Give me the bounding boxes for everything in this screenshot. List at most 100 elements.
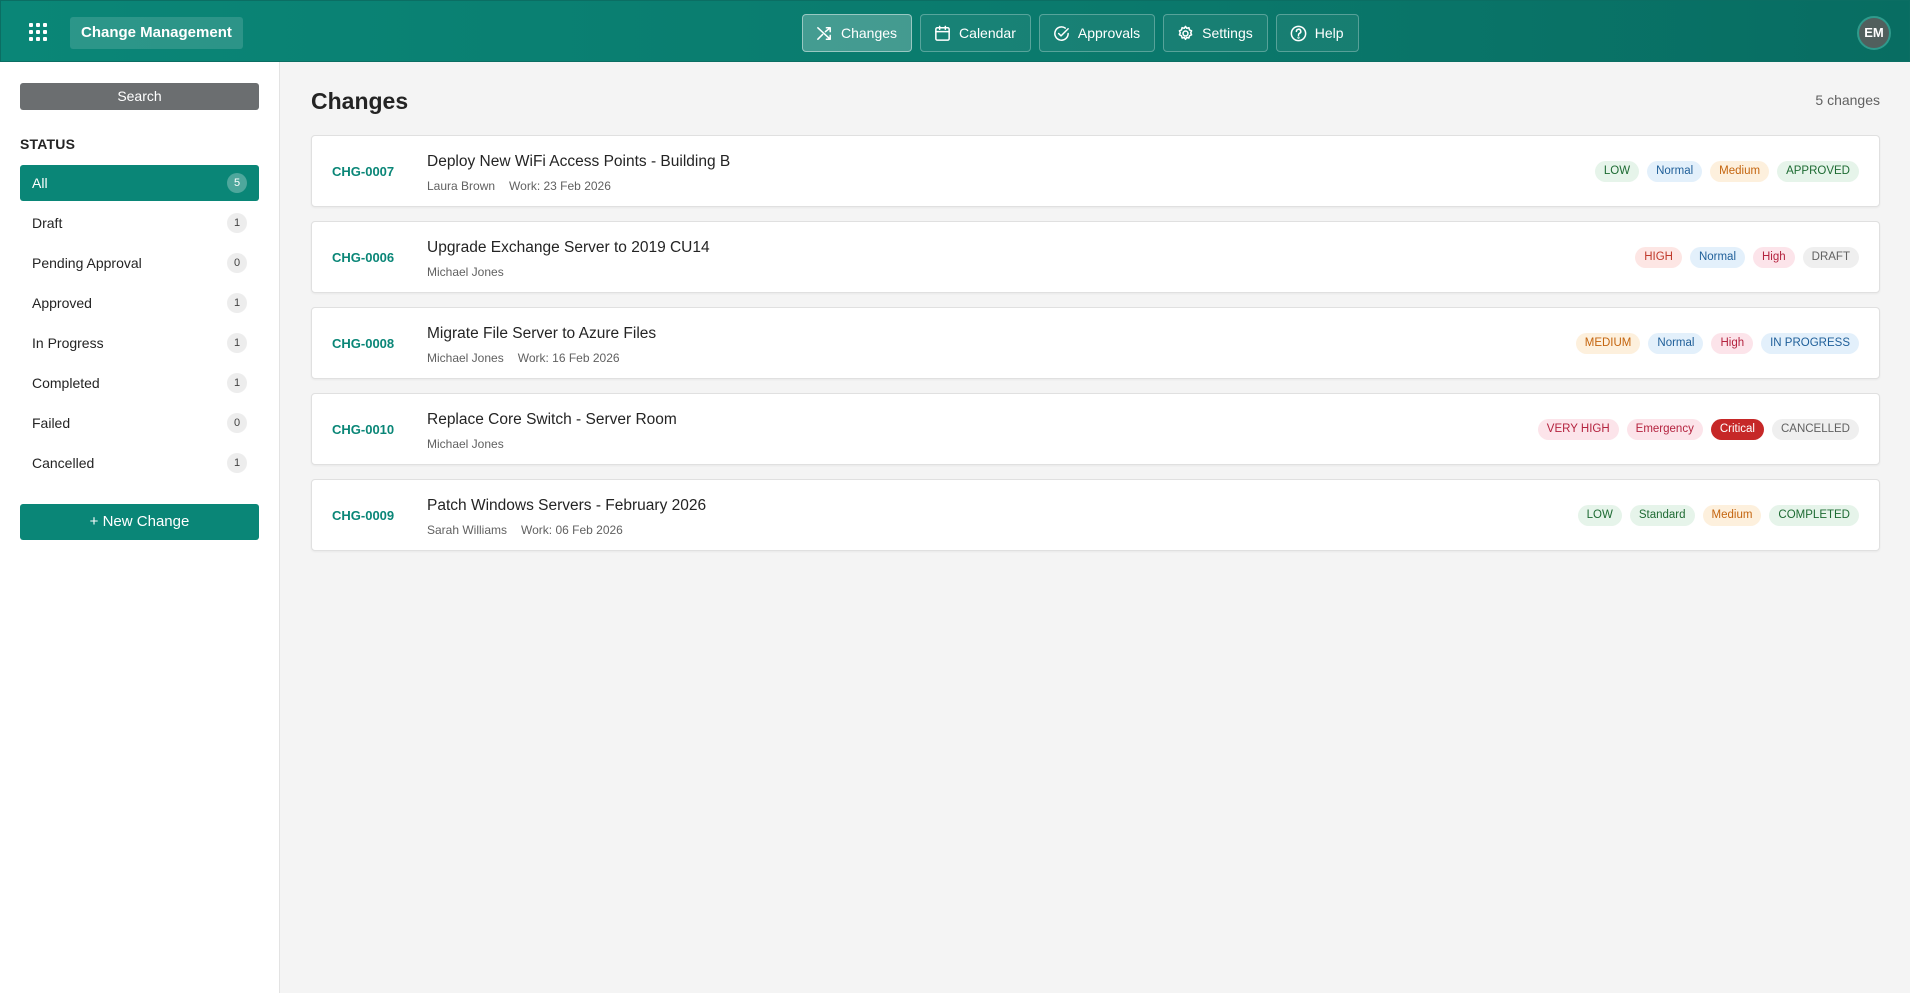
risk-badge: VERY HIGH <box>1537 419 1619 440</box>
new-change-button[interactable]: + New Change <box>20 504 259 540</box>
status-count: 1 <box>227 293 247 313</box>
nav-approvals-label: Approvals <box>1077 25 1141 41</box>
shuffle-icon <box>817 26 831 40</box>
status-count: 0 <box>227 253 247 273</box>
change-meta: Sarah Williams Work: 06 Feb 2026 <box>427 523 623 537</box>
check-circle-icon <box>1053 25 1069 41</box>
change-id[interactable]: CHG-0008 <box>332 336 394 351</box>
status-count: 1 <box>227 213 247 233</box>
nav-calendar[interactable]: Calendar <box>920 14 1031 52</box>
change-id[interactable]: CHG-0006 <box>332 250 394 265</box>
app-title[interactable]: Change Management <box>70 17 243 49</box>
change-card[interactable]: CHG-0008 Migrate File Server to Azure Fi… <box>311 307 1880 379</box>
status-label: Draft <box>32 215 63 231</box>
status-count: 0 <box>227 413 247 433</box>
change-title: Replace Core Switch - Server Room <box>427 411 677 428</box>
change-card[interactable]: CHG-0007 Deploy New WiFi Access Points -… <box>311 135 1880 207</box>
app-launcher-icon[interactable] <box>27 21 49 43</box>
nav-changes[interactable]: Changes <box>802 14 913 52</box>
change-owner: Laura Brown <box>427 179 496 193</box>
status-filter-approved[interactable]: Approved 1 <box>20 285 259 321</box>
type-badge: Normal <box>1689 247 1745 268</box>
status-badge: APPROVED <box>1777 161 1859 182</box>
status-filter-draft[interactable]: Draft 1 <box>20 205 259 241</box>
nav-calendar-label: Calendar <box>959 25 1016 41</box>
risk-badge: HIGH <box>1635 247 1682 268</box>
change-id[interactable]: CHG-0007 <box>332 164 394 179</box>
type-badge: Emergency <box>1626 419 1703 440</box>
change-meta: Michael Jones <box>427 437 504 451</box>
nav-approvals[interactable]: Approvals <box>1038 14 1156 52</box>
nav-settings[interactable]: Settings <box>1163 14 1268 52</box>
badge-group: HIGH Normal High DRAFT <box>1635 247 1859 268</box>
question-circle-icon <box>1290 25 1307 41</box>
priority-badge: High <box>1711 333 1754 354</box>
change-id[interactable]: CHG-0009 <box>332 508 394 523</box>
badge-group: LOW Standard Medium COMPLETED <box>1577 505 1859 526</box>
status-heading: STATUS <box>20 136 76 152</box>
status-label: Failed <box>32 415 71 431</box>
change-list: CHG-0007 Deploy New WiFi Access Points -… <box>311 135 1880 565</box>
status-label: Pending Approval <box>32 255 142 271</box>
change-work-date: Work: 23 Feb 2026 <box>509 179 611 193</box>
status-badge: CANCELLED <box>1771 419 1859 440</box>
risk-badge: LOW <box>1577 505 1622 526</box>
change-card[interactable]: CHG-0006 Upgrade Exchange Server to 2019… <box>311 221 1880 293</box>
priority-badge: Medium <box>1702 505 1762 526</box>
change-owner: Michael Jones <box>427 265 504 279</box>
status-count: 1 <box>227 333 247 353</box>
status-filter-completed[interactable]: Completed 1 <box>20 365 259 401</box>
status-count: 5 <box>227 173 247 193</box>
gear-icon <box>1178 25 1193 40</box>
top-bar: Change Management Changes Calendar Appro… <box>0 0 1910 62</box>
risk-badge: LOW <box>1594 161 1640 182</box>
change-owner: Michael Jones <box>427 351 504 365</box>
risk-badge: MEDIUM <box>1575 333 1641 354</box>
status-filter-pending-approval[interactable]: Pending Approval 0 <box>20 245 259 281</box>
status-filter-all[interactable]: All 5 <box>20 165 259 201</box>
priority-badge: Critical <box>1710 419 1764 440</box>
status-filter-in-progress[interactable]: In Progress 1 <box>20 325 259 361</box>
change-title: Deploy New WiFi Access Points - Building… <box>427 153 731 170</box>
status-label: Approved <box>32 295 92 311</box>
user-avatar[interactable]: EM <box>1857 16 1891 50</box>
status-count: 1 <box>227 453 247 473</box>
status-filter-cancelled[interactable]: Cancelled 1 <box>20 445 259 481</box>
search-button[interactable]: Search <box>20 83 259 110</box>
status-badge: COMPLETED <box>1769 505 1859 526</box>
calendar-icon <box>935 25 950 41</box>
change-count: 5 changes <box>1815 92 1880 108</box>
status-badge: DRAFT <box>1802 247 1859 268</box>
status-count: 1 <box>227 373 247 393</box>
change-meta: Laura Brown Work: 23 Feb 2026 <box>427 179 611 193</box>
type-badge: Normal <box>1647 161 1703 182</box>
status-badge: IN PROGRESS <box>1761 333 1859 354</box>
nav-changes-label: Changes <box>841 25 898 41</box>
type-badge: Standard <box>1629 505 1695 526</box>
change-work-date: Work: 16 Feb 2026 <box>517 351 620 365</box>
change-owner: Sarah Williams <box>427 523 508 537</box>
change-card[interactable]: CHG-0010 Replace Core Switch - Server Ro… <box>311 393 1880 465</box>
nav-help[interactable]: Help <box>1275 14 1359 52</box>
change-id[interactable]: CHG-0010 <box>332 422 394 437</box>
status-label: All <box>32 175 48 191</box>
badge-group: MEDIUM Normal High IN PROGRESS <box>1575 333 1859 354</box>
status-label: Cancelled <box>32 455 95 471</box>
change-work-date: Work: 06 Feb 2026 <box>521 523 623 537</box>
change-meta: Michael Jones <box>427 265 504 279</box>
badge-group: LOW Normal Medium APPROVED <box>1594 161 1859 182</box>
main-nav: Changes Calendar Approvals Settings Help <box>802 14 1359 52</box>
nav-settings-label: Settings <box>1202 25 1253 41</box>
change-title: Migrate File Server to Azure Files <box>427 325 657 342</box>
status-filter-list: All 5 Draft 1 Pending Approval 0 Approve… <box>20 165 259 485</box>
priority-badge: Medium <box>1710 161 1770 182</box>
status-label: Completed <box>32 375 100 391</box>
change-owner: Michael Jones <box>427 437 504 451</box>
sidebar: Search STATUS All 5 Draft 1 Pending Appr… <box>0 62 280 993</box>
change-card[interactable]: CHG-0009 Patch Windows Servers - Februar… <box>311 479 1880 551</box>
page-title: Changes <box>311 88 409 114</box>
change-title: Patch Windows Servers - February 2026 <box>427 497 707 514</box>
status-label: In Progress <box>32 335 104 351</box>
status-filter-failed[interactable]: Failed 0 <box>20 405 259 441</box>
change-meta: Michael Jones Work: 16 Feb 2026 <box>427 351 620 365</box>
